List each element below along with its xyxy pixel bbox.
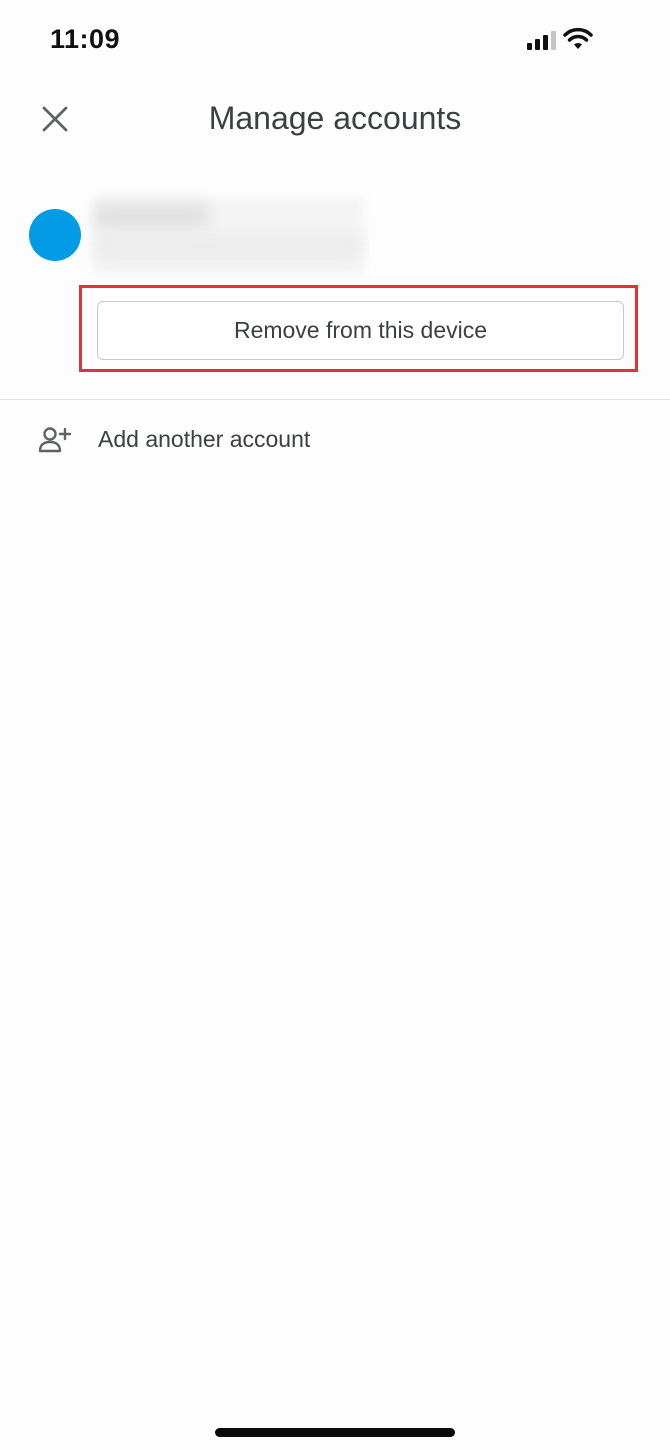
wifi-icon: [563, 27, 593, 49]
status-time: 11:09: [50, 24, 121, 54]
home-indicator: [215, 1428, 455, 1437]
status-bar: 11:09: [0, 0, 670, 80]
remove-from-device-button[interactable]: Remove from this device: [97, 301, 624, 360]
manage-accounts-screen: 11:09 Manage accounts Remove from this d…: [0, 0, 670, 1450]
signal-icon: [527, 31, 556, 50]
redacted-account-email: [94, 234, 362, 260]
account-row: [0, 190, 670, 280]
add-person-icon: [38, 427, 72, 453]
redacted-account-name: [94, 202, 209, 230]
divider: [0, 399, 670, 400]
page-title: Manage accounts: [208, 100, 462, 136]
add-another-account-item[interactable]: Add another account: [0, 410, 670, 470]
add-account-label: Add another account: [98, 426, 311, 452]
avatar: [29, 209, 81, 261]
